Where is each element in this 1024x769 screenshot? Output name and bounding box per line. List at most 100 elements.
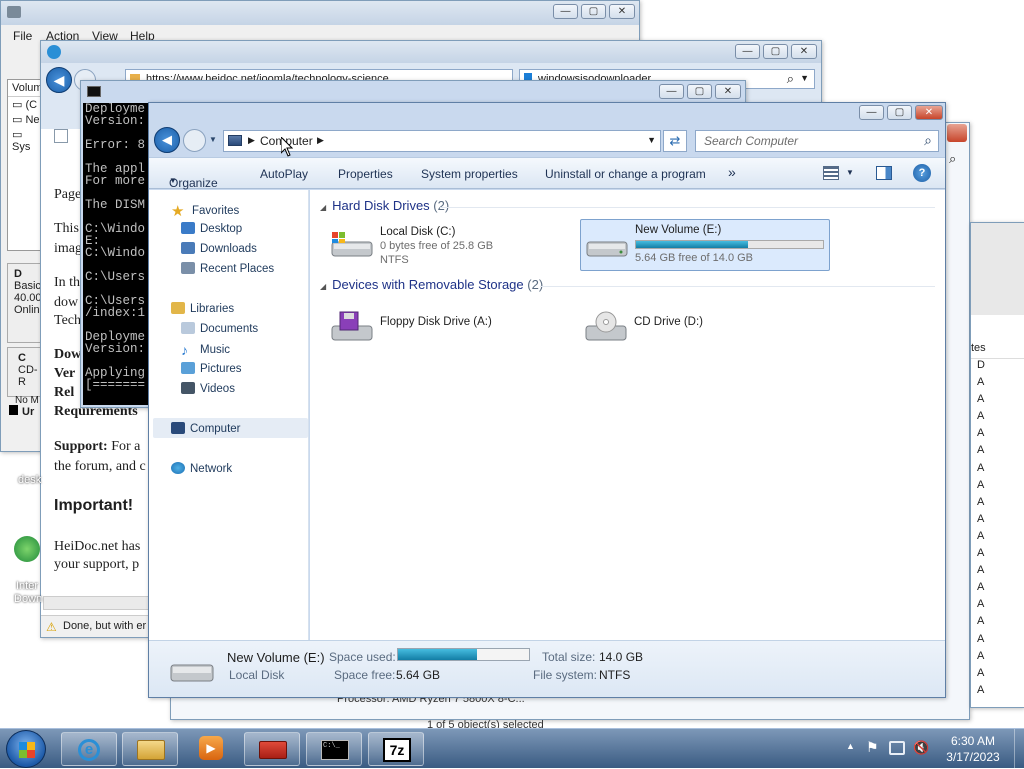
close-button[interactable]: ✕ (609, 4, 635, 19)
taskbar-internet-explorer[interactable]: e (61, 732, 117, 766)
search-input[interactable]: Search Computer ⌕ (695, 130, 939, 152)
attribute-cell: A (977, 547, 985, 560)
ie-download-shortcut[interactable] (10, 532, 46, 572)
properties-button[interactable]: Properties (338, 167, 393, 181)
minimize-button[interactable]: — (659, 84, 684, 99)
disk-status: Onlin (14, 304, 40, 316)
page-text: In th (54, 275, 81, 290)
drive-a[interactable]: Floppy Disk Drive (A:) (322, 300, 572, 352)
address-dropdown-icon[interactable]: ▼ (647, 135, 656, 145)
browser-back-button[interactable]: ◀ (46, 67, 72, 93)
column-header-attributes[interactable]: tes (971, 339, 1024, 359)
file-system-value: NTFS (599, 668, 631, 682)
minimize-button[interactable]: — (735, 44, 760, 59)
media-player-icon: ▶ (199, 736, 223, 760)
desktop-icon-label[interactable]: desk (18, 474, 41, 486)
group-removable-storage[interactable]: ◢ Devices with Removable Storage (2) (320, 277, 543, 292)
drive-e[interactable]: New Volume (E:) 5.64 GB free of 14.0 GB (580, 219, 830, 271)
taskbar-7-zip[interactable]: 7z (368, 732, 424, 766)
minimize-button[interactable]: — (859, 105, 884, 120)
attribute-cell: A (977, 683, 985, 696)
recent-pages-dropdown[interactable]: ▼ (209, 135, 217, 144)
tab-grid-icon[interactable] (54, 129, 68, 143)
maximize-button[interactable]: ▢ (687, 84, 712, 99)
release-heading: Rel (54, 385, 75, 400)
taskbar-command-prompt[interactable]: C:\_ (306, 732, 362, 766)
legend-unallocated: Ur (9, 405, 34, 418)
nav-videos[interactable]: Videos (181, 382, 235, 400)
system-properties-button[interactable]: System properties (421, 167, 518, 181)
space-free-label: Space free: (334, 668, 396, 682)
drive-d[interactable]: CD Drive (D:) (580, 300, 830, 352)
start-button[interactable] (6, 730, 46, 768)
disk-name: D (14, 268, 22, 280)
breadcrumb-chevron-icon[interactable]: ▶ (317, 135, 324, 146)
close-button[interactable]: ✕ (791, 44, 817, 59)
breadcrumb-separator-icon[interactable]: ▶ (248, 135, 255, 146)
taskbar: e ▶ C:\_ 7z ▲ ⚑ 🔇 6:30 AM 3/17/2023 (0, 728, 1024, 769)
show-hidden-icons-icon[interactable]: ▲ (846, 741, 855, 751)
clock[interactable]: 6:30 AM 3/17/2023 (938, 733, 1008, 765)
nav-desktop[interactable]: Desktop (181, 222, 242, 240)
background-window-close[interactable] (947, 124, 967, 142)
desktop-icon-label[interactable]: Inter (16, 580, 38, 592)
close-button[interactable]: ✕ (715, 84, 741, 99)
network-tray-icon[interactable] (889, 741, 905, 755)
more-commands-button[interactable]: » (728, 164, 736, 180)
background-search-icon[interactable]: ⌕ (949, 151, 956, 167)
search-icon[interactable]: ⌕ (787, 71, 794, 87)
refresh-button[interactable]: ⇄ (663, 130, 687, 152)
nav-libraries[interactable]: Libraries (171, 302, 234, 320)
clock-date: 3/17/2023 (946, 750, 1000, 764)
show-desktop-button[interactable] (1014, 729, 1024, 769)
cdrom-type: CD-R (18, 364, 38, 388)
nav-network[interactable]: Network (171, 462, 232, 480)
volume-muted-icon[interactable]: 🔇 (913, 740, 929, 756)
attribute-cell: A (977, 581, 985, 594)
close-button[interactable]: ✕ (915, 105, 943, 120)
nav-music[interactable]: ♪ Music (181, 342, 230, 360)
group-hard-disk-drives[interactable]: ◢ Hard Disk Drives (2) (320, 198, 449, 213)
drive-c-free: 0 bytes free of 25.8 GB (380, 240, 494, 252)
menu-file[interactable]: File (13, 29, 32, 43)
help-icon[interactable]: ? (913, 164, 931, 182)
taskbar-windows-explorer[interactable] (122, 732, 178, 766)
view-options-dropdown-icon[interactable]: ▼ (846, 168, 854, 177)
maximize-button[interactable]: ▢ (887, 105, 912, 120)
cdrom-name: C (18, 352, 26, 364)
autoplay-button[interactable]: AutoPlay (260, 167, 308, 181)
forward-button[interactable] (183, 129, 206, 152)
drive-c[interactable]: Local Disk (C:) 0 bytes free of 25.8 GB … (322, 220, 572, 272)
command-prompt-icon: C:\_ (321, 740, 349, 760)
preview-pane-icon[interactable] (876, 166, 892, 180)
disk-management-titlebar: — ▢ ✕ (1, 1, 639, 25)
taskbar-media-player[interactable]: ▶ (195, 734, 227, 764)
action-center-flag-icon[interactable]: ⚑ (866, 739, 879, 756)
nav-pictures[interactable]: Pictures (181, 362, 242, 380)
nav-favorites[interactable]: ★ Favorites (171, 202, 239, 220)
downloads-icon (181, 242, 195, 254)
chevron-down-icon[interactable]: ▼ (800, 73, 809, 83)
explorer-window: — ▢ ✕ ◀ ▼ ▶ Computer ▶ ▼ ⇄ Search Comput… (148, 102, 946, 698)
explorer-titlebar: — ▢ ✕ (149, 103, 945, 123)
nav-downloads[interactable]: Downloads (181, 242, 257, 260)
browser-titlebar: — ▢ ✕ (41, 41, 821, 63)
back-button[interactable]: ◀ (154, 127, 180, 153)
nav-recent-places[interactable]: Recent Places (181, 262, 274, 280)
search-icon[interactable]: ⌕ (924, 132, 932, 149)
desktop-icon-label[interactable]: Down (14, 593, 42, 605)
taskbar-toolbox[interactable] (244, 732, 300, 766)
maximize-button[interactable]: ▢ (763, 44, 788, 59)
nav-documents[interactable]: Documents (181, 322, 258, 340)
chevron-down-icon: ▼ (169, 176, 177, 185)
horizontal-scrollbar[interactable] (43, 596, 149, 610)
minimize-button[interactable]: — (553, 4, 578, 19)
view-options-icon[interactable] (823, 166, 839, 180)
command-bar: Organize ▼ AutoPlay Properties System pr… (149, 157, 945, 190)
details-type: Local Disk (229, 668, 285, 682)
maximize-button[interactable]: ▢ (581, 4, 606, 19)
desktop-icon (181, 222, 195, 234)
nav-computer[interactable]: Computer (171, 422, 241, 440)
mouse-cursor-icon (280, 135, 294, 160)
uninstall-program-button[interactable]: Uninstall or change a program (545, 167, 706, 181)
